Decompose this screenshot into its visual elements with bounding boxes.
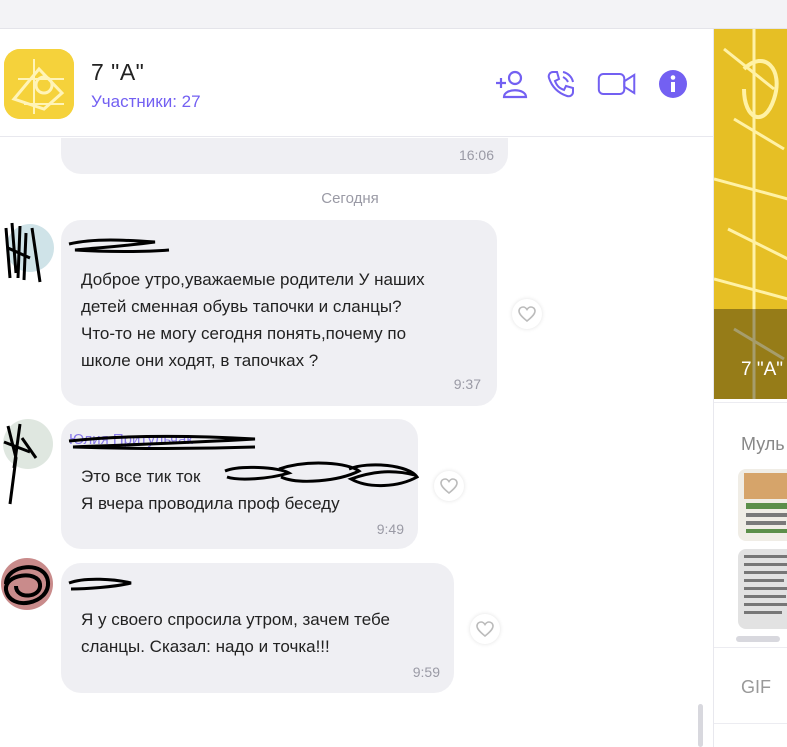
- media-preview-image: [738, 549, 787, 629]
- chat-cover-image: 7 "А": [714, 29, 787, 399]
- redacted-avatar: [1, 558, 53, 610]
- message-bubble[interactable]: Доброе утро,уважаемые родители У наших д…: [61, 220, 497, 406]
- message-line: школе они ходят, в тапочках ?: [81, 351, 319, 370]
- add-participant-button[interactable]: [491, 67, 531, 101]
- heart-icon: [440, 478, 458, 494]
- message-bubble[interactable]: Юлия Притульчак Это все тик ток Я вчера …: [61, 419, 419, 549]
- chat-header: 7 "А" Участники: 27: [0, 29, 713, 137]
- media-preview-image: [738, 469, 787, 541]
- redacted-avatar: [3, 419, 53, 505]
- group-avatar[interactable]: [4, 49, 74, 119]
- like-button[interactable]: [470, 614, 500, 644]
- message-time: 9:59: [412, 664, 440, 680]
- chat-info-panel: 7 "А" Муль GIF: [713, 29, 787, 747]
- message-list-scrollbar[interactable]: [698, 704, 703, 747]
- sender-avatar[interactable]: [0, 554, 54, 614]
- voice-call-button[interactable]: [541, 67, 581, 101]
- message-line: детей сменная обувь тапочки и сланцы?: [81, 297, 402, 316]
- like-button[interactable]: [434, 471, 464, 501]
- message-bubble[interactable]: Я у своего спросила утром, зачем тебе сл…: [61, 563, 454, 693]
- sender-avatar[interactable]: [0, 218, 54, 283]
- media-thumbnail[interactable]: [738, 549, 787, 629]
- info-icon: [659, 70, 687, 98]
- panel-divider: [714, 402, 787, 403]
- message-text: Доброе утро,уважаемые родители У наших д…: [81, 266, 425, 374]
- redacted-sender-name: [68, 577, 132, 591]
- message-line: Доброе утро,уважаемые родители У наших: [81, 270, 425, 289]
- message-list[interactable]: 16:06 Сегодня Доброе утро,уважаемые роди…: [0, 138, 713, 747]
- message-time: 9:49: [376, 521, 404, 537]
- viber-chat-window: 7 "А" Участники: 27 16:06 Сегодня Доброе…: [0, 0, 787, 747]
- message-line: Я у своего спросила утром, зачем тебе: [81, 610, 390, 629]
- video-call-icon: [597, 73, 636, 95]
- panel-divider: [714, 723, 787, 724]
- heart-icon: [476, 621, 494, 637]
- chat-title[interactable]: 7 "А": [91, 59, 144, 86]
- participants-count[interactable]: Участники: 27: [91, 92, 201, 112]
- redacted-sender-name: [68, 434, 256, 450]
- message-time: 9:37: [453, 376, 481, 392]
- media-section-label[interactable]: Муль: [741, 434, 785, 455]
- media-thumbnail[interactable]: [738, 469, 787, 541]
- message-bubble-previous[interactable]: 16:06: [61, 138, 508, 174]
- message-text: Я у своего спросила утром, зачем тебе сл…: [81, 606, 390, 660]
- redacted-avatar: [4, 222, 54, 283]
- video-call-button[interactable]: [597, 67, 637, 101]
- cover-chat-title: 7 "А": [741, 359, 784, 380]
- add-participant-icon: [496, 70, 528, 99]
- panel-divider: [714, 647, 787, 648]
- media-scrollbar[interactable]: [736, 636, 780, 642]
- date-separator: Сегодня: [321, 190, 379, 207]
- chat-info-button[interactable]: [653, 67, 693, 101]
- redacted-text: [224, 461, 419, 488]
- heart-icon: [518, 306, 536, 322]
- group-avatar-image: [4, 49, 74, 119]
- gif-section-label[interactable]: GIF: [741, 677, 771, 698]
- message-time: 16:06: [458, 147, 494, 163]
- message-line: Что-то не могу сегодня понять,почему по: [81, 324, 407, 343]
- redacted-sender-name: [68, 238, 170, 253]
- call-icon: [547, 71, 574, 98]
- like-button[interactable]: [512, 299, 542, 329]
- window-top-bar: [0, 0, 787, 29]
- message-line: сланцы. Сказал: надо и точка!!!: [81, 637, 330, 656]
- cover-artwork: [714, 29, 787, 399]
- sender-avatar[interactable]: [0, 418, 54, 505]
